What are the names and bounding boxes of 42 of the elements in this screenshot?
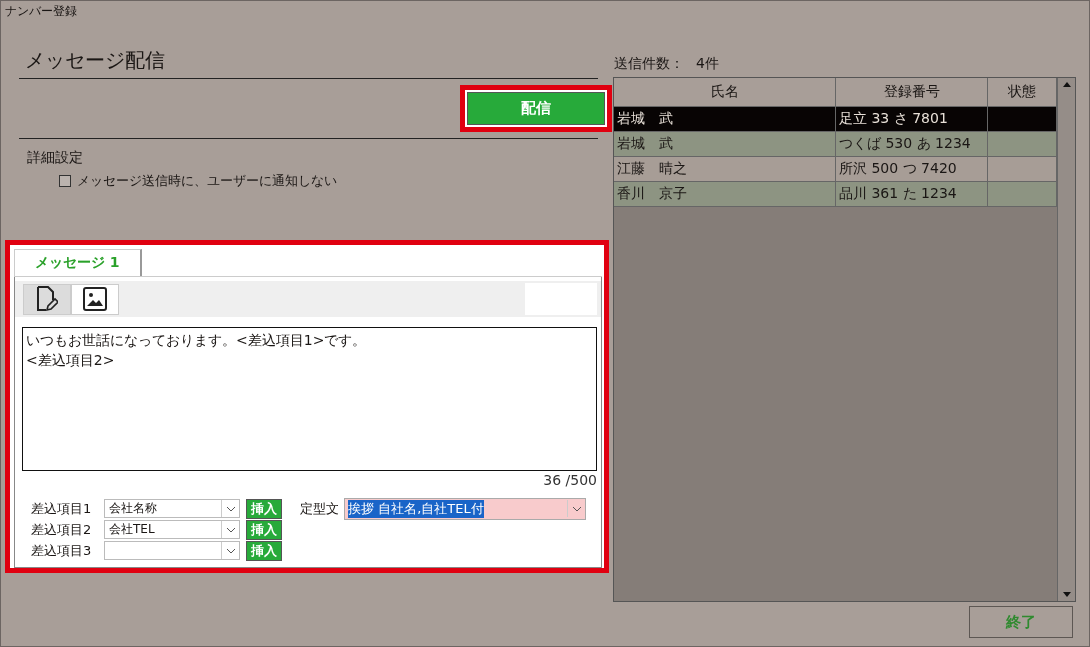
table-row[interactable]: 江藤 晴之 所沢 500 つ 7420 <box>614 157 1057 182</box>
insert-button[interactable]: 挿入 <box>246 498 282 519</box>
text-mode-button[interactable] <box>23 283 71 315</box>
dropdown-caret-icon <box>571 505 582 512</box>
column-header[interactable]: 登録番号 <box>836 78 988 107</box>
image-mode-button[interactable] <box>71 283 119 315</box>
table-row[interactable]: 岩城 武 つくば 530 あ 1234 <box>614 132 1057 157</box>
window-title: ナンバー登録 <box>4 3 78 20</box>
dropdown-caret-icon <box>225 547 236 554</box>
insert-button[interactable]: 挿入 <box>246 519 282 540</box>
field-label: 差込項目3 <box>31 541 93 560</box>
table-cell: 品川 361 た 1234 <box>836 182 988 207</box>
scrollbar[interactable] <box>1057 78 1075 601</box>
checkbox-label: メッセージ送信時に、ユーザーに通知しない <box>77 172 337 190</box>
send-button[interactable]: 配信 <box>467 92 605 125</box>
merge-field-dropdown[interactable]: 会社名称 <box>104 499 240 518</box>
field-label: 定型文 <box>300 499 339 518</box>
scroll-up-icon[interactable] <box>1062 82 1071 87</box>
scroll-down-icon[interactable] <box>1062 592 1071 597</box>
page-heading: メッセージ配信 <box>25 47 165 74</box>
merge-field-dropdown[interactable]: 会社TEL <box>104 520 240 539</box>
template-dropdown[interactable]: 挨拶 自社名,自社TEL付 <box>344 497 586 520</box>
dropdown-caret-icon <box>225 505 236 512</box>
picture-icon <box>82 286 108 312</box>
document-pencil-icon <box>36 286 58 312</box>
count-label: 送信件数： <box>614 55 684 73</box>
character-count: 36 /500 <box>543 472 597 488</box>
field-label: 差込項目1 <box>31 499 93 518</box>
section-heading: 詳細設定 <box>27 149 84 167</box>
table-cell: 香川 京子 <box>614 182 836 207</box>
count-value: 4件 <box>696 55 719 73</box>
dropdown-caret-icon <box>225 526 236 533</box>
field-label: 差込項目2 <box>31 520 93 539</box>
merge-field-dropdown[interactable] <box>104 541 240 560</box>
table-row[interactable]: 香川 京子 品川 361 た 1234 <box>614 182 1057 207</box>
column-header[interactable]: 状態 <box>988 78 1057 107</box>
column-header[interactable]: 氏名 <box>614 78 836 107</box>
message-text-area[interactable]: いつもお世話になっております。<差込項目1>です。 <差込項目2> <box>22 327 597 471</box>
table-row[interactable]: 岩城 武 足立 33 さ 7801 <box>614 107 1057 132</box>
insert-button[interactable]: 挿入 <box>246 540 282 561</box>
message-tab[interactable]: メッセージ 1 <box>14 249 142 276</box>
checkbox[interactable] <box>59 175 71 187</box>
